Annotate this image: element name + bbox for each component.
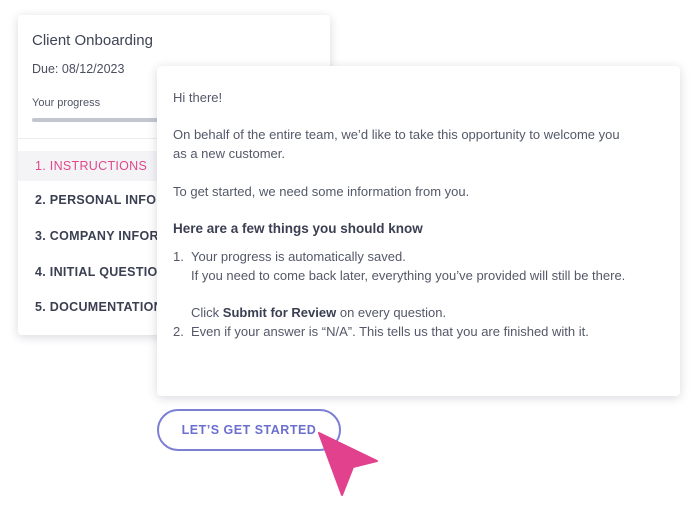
click-instruction: Click Submit for Review on every questio… bbox=[191, 303, 446, 322]
progress-bar-fill bbox=[32, 118, 158, 122]
lets-get-started-label: LET’S GET STARTED bbox=[181, 423, 317, 437]
greeting: Hi there! bbox=[173, 90, 223, 105]
pointer-cursor-icon bbox=[318, 432, 378, 496]
instructions-panel: Hi there! On behalf of the entire team, … bbox=[157, 66, 680, 396]
list-number-2: 2. bbox=[173, 324, 184, 339]
list-item-1-line-2: If you need to come back later, everythi… bbox=[191, 268, 626, 283]
list-item-1-line-1: Your progress is automatically saved. bbox=[191, 249, 406, 264]
click-prefix: Click bbox=[191, 305, 220, 320]
due-date: Due: 08/12/2023 bbox=[32, 62, 125, 76]
welcome-text-line-1: On behalf of the entire team, we’d like … bbox=[173, 127, 620, 142]
submit-for-review-text: Submit for Review bbox=[222, 305, 337, 320]
section-heading: Here are a few things you should know bbox=[173, 221, 423, 236]
intro-text: To get started, we need some information… bbox=[173, 184, 470, 199]
task-title: Client Onboarding bbox=[32, 32, 153, 49]
list-number-1: 1. bbox=[173, 249, 184, 264]
lets-get-started-button[interactable]: LET’S GET STARTED bbox=[157, 409, 341, 451]
progress-label: Your progress bbox=[32, 97, 101, 109]
list-item-2-line-1: Even if your answer is “N/A”. This tells… bbox=[191, 324, 589, 339]
click-suffix: on every question. bbox=[339, 305, 447, 320]
welcome-text-line-2: as a new customer. bbox=[173, 146, 285, 161]
